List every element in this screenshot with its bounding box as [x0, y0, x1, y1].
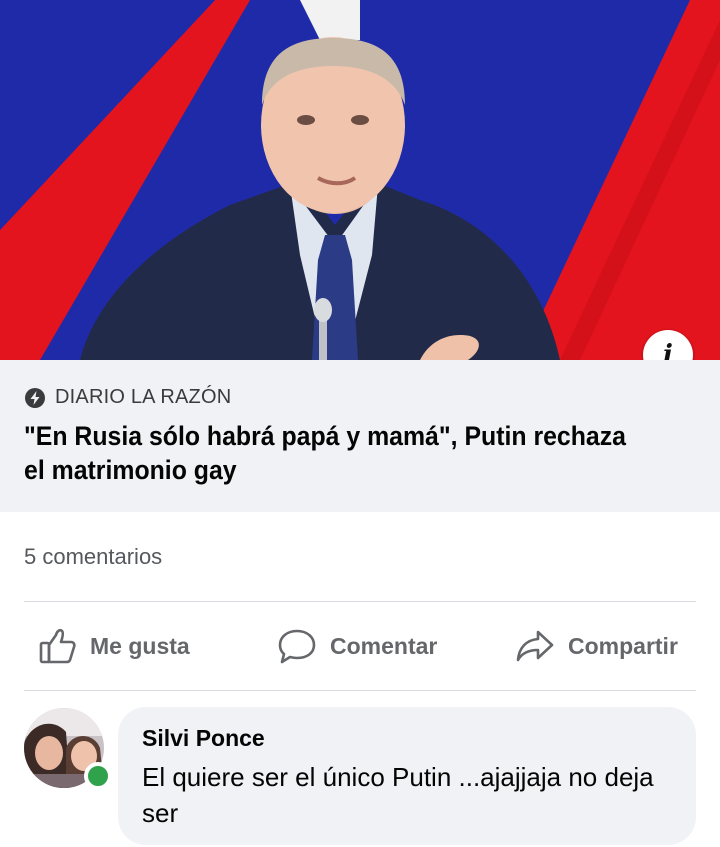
putin-photo [0, 0, 720, 360]
bolt-icon [25, 387, 45, 408]
source-name: DIARIO LA RAZÓN [55, 386, 232, 408]
online-status-dot [84, 762, 112, 790]
share-label: Compartir [568, 632, 678, 659]
like-label: Me gusta [90, 632, 190, 659]
commenter-avatar[interactable] [24, 708, 112, 790]
like-button[interactable]: Me gusta [38, 617, 190, 675]
action-bar: Me gusta Comentar Compartir [0, 617, 720, 675]
divider [24, 601, 696, 602]
share-button[interactable]: Compartir [514, 617, 678, 675]
comments-count[interactable]: 5 comentarios [24, 544, 162, 570]
link-headline[interactable]: "En Rusia sólo habrá papá y mamá", Putin… [24, 419, 650, 487]
comment-label: Comentar [330, 632, 438, 659]
comment-bubble[interactable]: Silvi Ponce El quiere ser el único Putin… [118, 707, 696, 845]
link-source: DIARIO LA RAZÓN [24, 386, 231, 409]
thumbs-up-icon [39, 628, 76, 664]
divider [24, 690, 696, 691]
comment-button[interactable]: Comentar [276, 617, 437, 675]
comment-icon [278, 629, 316, 664]
comment-author[interactable]: Silvi Ponce [142, 725, 265, 752]
facebook-post: i DIARIO LA RAZÓN "En Rusia sólo habrá p… [0, 0, 720, 847]
post-image[interactable] [0, 0, 720, 360]
share-icon [516, 630, 554, 662]
comment-text: El quiere ser el único Putin ...ajajjaja… [142, 762, 654, 828]
